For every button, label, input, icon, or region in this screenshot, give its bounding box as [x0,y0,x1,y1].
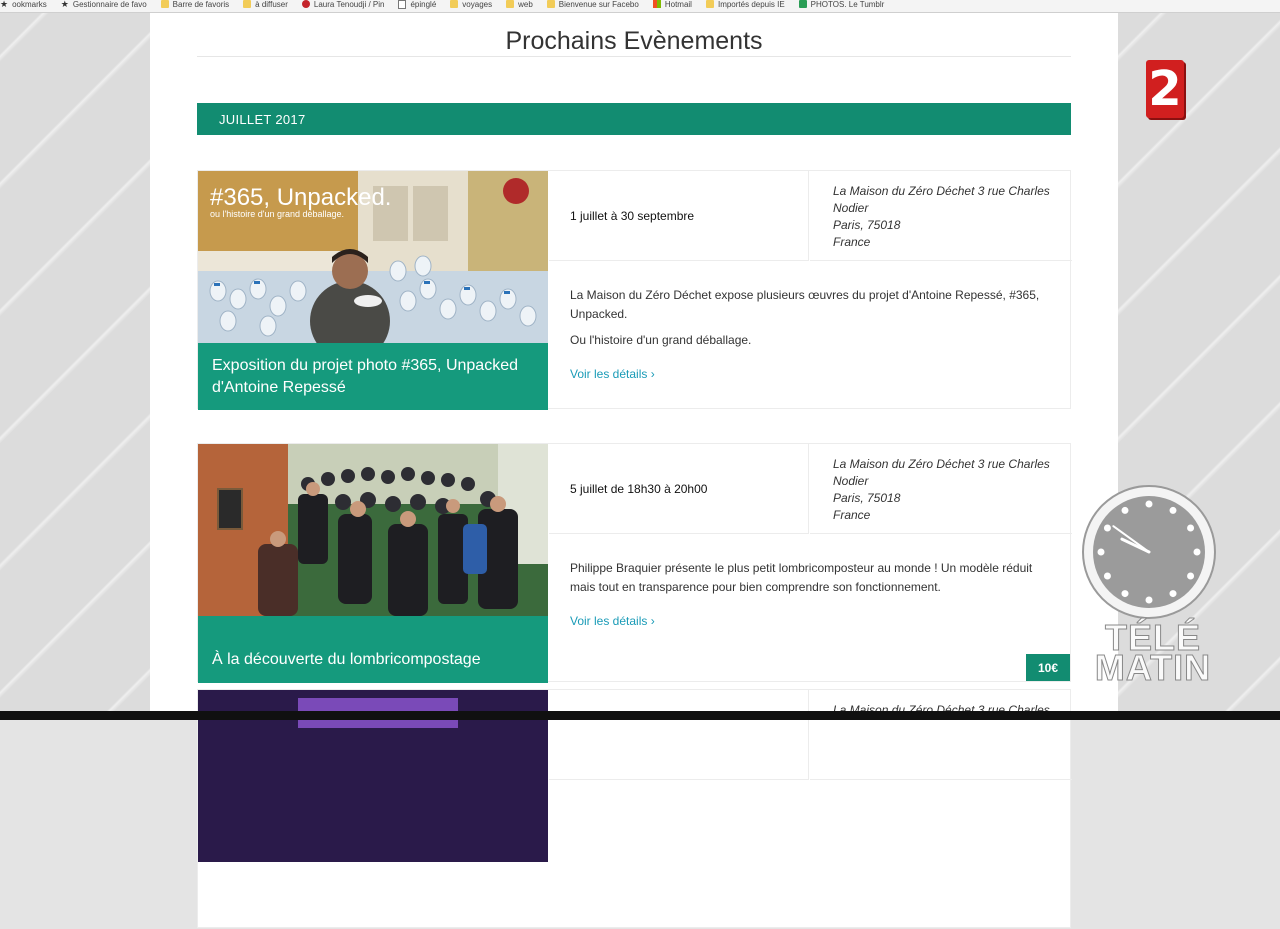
event-caption[interactable]: À la découverte du lombricompostage [198,616,548,683]
folder-icon [160,0,169,8]
bookmark-item[interactable]: Hotmail [652,0,692,9]
clock-tick [1145,500,1153,508]
event-description: La Maison du Zéro Déchet expose plusieur… [570,286,1050,357]
bookmarks-bar: ★ ookmarks ★ Gestionnaire de favo Barre de… [0,0,1280,13]
event-description: Philippe Braquier présente le plus petit… [570,559,1050,604]
event-location: La Maison du Zéro Déchet 3 rue Charles N… [810,444,1072,534]
location-line: Paris, 75018 [833,491,901,505]
event-image-link[interactable] [198,690,548,929]
event-image-link[interactable]: #365, Unpacked. ou l'histoire d'un grand… [198,171,548,410]
view-details-link[interactable]: Voir les détails › [570,367,655,381]
camera-icon [798,0,807,8]
bookmark-item[interactable]: ★ Gestionnaire de favo [61,0,147,10]
description-paragraph: La Maison du Zéro Déchet expose plusieur… [570,288,1040,321]
page-title: Prochains Evènements [505,26,763,55]
event-date [549,690,809,780]
star-icon: ★ [0,0,9,9]
event-location: La Maison du Zéro Déchet 3 rue Charles N… [810,171,1072,261]
event-date: 5 juillet de 18h30 à 20h00 [549,444,809,534]
clock-tick [1187,572,1195,580]
telematin-logo-line2: MATIN [1094,647,1212,688]
photo-subtitle-text: ou l'histoire d'un grand déballage. [210,209,344,219]
location-line: Nodier [833,201,869,215]
clock-tick [1103,524,1111,532]
pinterest-icon [301,0,310,8]
location-line: France [833,235,871,249]
view-details-link[interactable]: Voir les détails › [570,614,655,628]
bookmark-folder[interactable]: à diffuser [243,0,288,9]
event-card: La Maison du Zéro Déchet 3 rue Charles [197,689,1072,929]
clock-tick [1187,524,1195,532]
event-date: 1 juillet à 30 septembre [549,171,809,261]
event-card: À la découverte du lombricompostage 5 ju… [197,443,1072,683]
title-divider [197,56,1071,57]
clock-tick [1121,590,1129,598]
bookmark-folder[interactable]: voyages [450,0,492,9]
price-badge: 10€ [1026,654,1070,681]
bookmark-folder[interactable]: Bienvenue sur Facebo [546,0,639,9]
bookmark-item[interactable]: Laura Tenoudji / Pin [301,0,384,9]
event-photo-unpacked: #365, Unpacked. ou l'histoire d'un grand… [198,171,548,343]
location-line: Nodier [833,474,869,488]
folder-icon [705,0,714,8]
event-location: La Maison du Zéro Déchet 3 rue Charles [810,690,1072,780]
bookmark-item[interactable]: ★ ookmarks [0,0,47,10]
events-page: Prochains Evènements JUILLET 2017 #365, … [150,0,1118,928]
description-paragraph: Philippe Braquier présente le plus petit… [570,561,1033,594]
description-paragraph: Ou l'histoire d'un grand déballage. [570,333,752,347]
microsoft-icon [652,0,661,8]
photo-title-text: #365, Unpacked. [210,184,391,211]
clock-tick [1193,548,1201,556]
clock-tick [1103,572,1111,580]
location-line: La Maison du Zéro Déchet 3 rue Charles [833,457,1050,471]
event-image-link[interactable]: À la découverte du lombricompostage [198,444,548,683]
bookmark-item[interactable]: PHOTOS. Le Tumblr [798,0,884,9]
bookmark-item[interactable]: épinglé [398,0,436,9]
location-line: La Maison du Zéro Déchet 3 rue Charles [833,184,1050,198]
event-card: #365, Unpacked. ou l'histoire d'un grand… [197,170,1072,410]
folder-icon [450,0,459,8]
clock-tick [1121,506,1129,514]
bookmark-folder[interactable]: web [506,0,533,9]
folder-icon [546,0,555,8]
tv-background-left [0,0,150,720]
event-caption[interactable]: Exposition du projet photo #365, Unpacke… [198,343,548,410]
folder-icon [243,0,252,8]
star-icon: ★ [60,0,69,9]
clock-tick [1145,596,1153,604]
event-photo-lombricompostage [198,444,548,616]
clock-tick [1097,548,1105,556]
bookmark-folder[interactable]: Importés depuis IE [705,0,785,9]
clock-icon [1082,485,1216,619]
document-icon [398,0,407,9]
bookmark-folder[interactable]: Barre de favoris [160,0,229,9]
clock-tick [1169,506,1177,514]
location-line: Paris, 75018 [833,218,901,232]
clock-tick [1169,590,1177,598]
month-header: JUILLET 2017 [197,103,1071,135]
location-line: France [833,508,871,522]
folder-icon [506,0,515,8]
france2-logo: 2 [1146,60,1184,118]
screen-bottom-edge [0,711,1280,720]
